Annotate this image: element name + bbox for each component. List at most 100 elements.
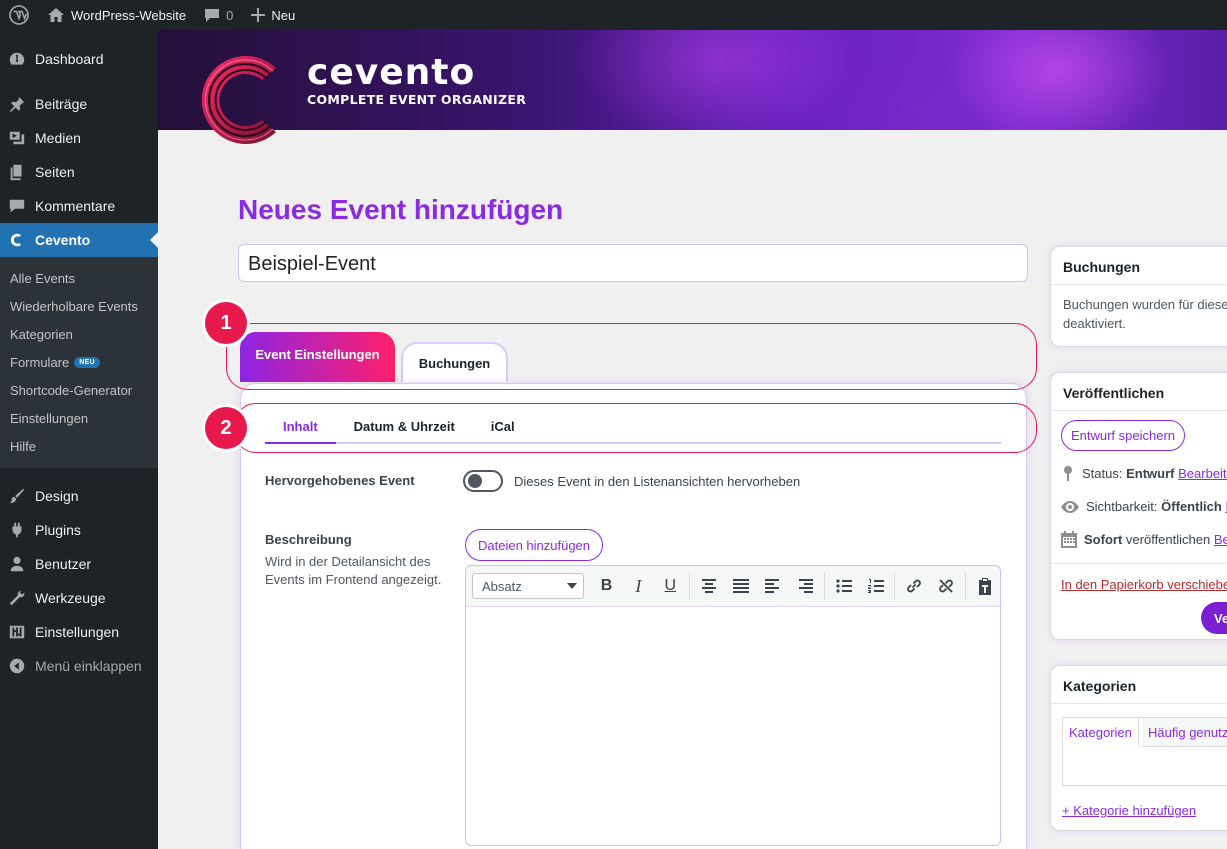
admin-sidebar: Dashboard Beiträge Medien Seiten Komment… [0, 30, 158, 849]
categories-box-title: Kategorien [1051, 666, 1227, 704]
event-title-input[interactable]: Beispiel-Event [238, 244, 1028, 282]
unlink-icon[interactable] [931, 572, 961, 600]
menu-tools[interactable]: Werkzeuge [0, 581, 158, 615]
comment-icon [9, 199, 25, 213]
menu-comments[interactable]: Kommentare [0, 189, 158, 223]
collapse-menu-button[interactable]: Menü einklappen [0, 649, 158, 683]
menu-users[interactable]: Benutzer [0, 547, 158, 581]
pages-icon [10, 164, 22, 181]
move-to-trash-link[interactable]: In den Papierkorb verschiebe [1061, 577, 1227, 592]
brand-name: cevento [307, 52, 476, 93]
submenu-shortcode-generator[interactable]: Shortcode-Generator [0, 376, 158, 404]
visibility-row: Sichtbarkeit: Öffentlich B [1061, 499, 1227, 514]
new-badge: NEU [74, 356, 100, 368]
tab-popular-categories[interactable]: Häufig genutz [1142, 718, 1227, 747]
link-icon[interactable] [899, 572, 929, 600]
menu-design[interactable]: Design [0, 479, 158, 513]
cevento-banner: cevento COMPLETE EVENT ORGANIZER [158, 30, 1227, 130]
brand: cevento COMPLETE EVENT ORGANIZER [307, 52, 527, 108]
site-name: WordPress-Website [71, 7, 187, 23]
underline-icon[interactable]: U [655, 572, 685, 600]
description-help: Wird in der Detailansicht des Events im … [265, 554, 442, 587]
calendar-icon [1061, 531, 1077, 548]
align-justify-icon[interactable] [726, 572, 756, 600]
collapse-icon [9, 658, 25, 674]
edit-status-link[interactable]: Bearbeite [1178, 466, 1227, 481]
edit-schedule-link[interactable]: Be [1214, 532, 1227, 547]
add-files-button[interactable]: Dateien hinzufügen [465, 529, 603, 561]
wordpress-icon [9, 5, 29, 25]
align-center-icon[interactable] [694, 572, 724, 600]
format-select[interactable]: Absatz [472, 573, 584, 599]
media-icon [9, 131, 25, 145]
subtab-ical[interactable]: iCal [473, 411, 533, 444]
brush-icon [9, 488, 25, 504]
publish-button[interactable]: Ve [1201, 602, 1227, 634]
categories-box: Kategorien Häufig genutz Kategorien + Ka… [1050, 665, 1227, 831]
menu-cevento[interactable]: Cevento [0, 223, 158, 257]
menu-dashboard[interactable]: Dashboard [0, 42, 158, 76]
categories-tabs: Häufig genutz Kategorien [1062, 717, 1227, 786]
submenu-categories[interactable]: Kategorien [0, 320, 158, 348]
cevento-submenu: Alle Events Wiederholbare Events Kategor… [0, 257, 158, 468]
new-content-link[interactable]: Neu [242, 0, 304, 30]
cevento-logo-icon [201, 56, 276, 145]
menu-plugins[interactable]: Plugins [0, 513, 158, 547]
description-label: Beschreibung [265, 532, 352, 547]
menu-pages[interactable]: Seiten [0, 155, 158, 189]
add-category-link[interactable]: + Kategorie hinzufügen [1062, 803, 1196, 818]
menu-media[interactable]: Medien [0, 121, 158, 155]
schedule-row: Sofort veröffentlichen Be [1061, 531, 1227, 548]
subtabs: Inhalt Datum & Uhrzeit iCal [265, 411, 1001, 444]
callout-marker-2: 2 [205, 407, 247, 449]
site-name-link[interactable]: WordPress-Website [38, 0, 195, 30]
bookings-box-title: Buchungen [1051, 247, 1227, 285]
menu-posts[interactable]: Beiträge [0, 87, 158, 121]
italic-icon[interactable]: I [623, 572, 653, 600]
bookings-box: Buchungen Buchungen wurden für diese dea… [1050, 246, 1227, 347]
featured-event-label: Hervorgehobenes Event [265, 473, 415, 488]
pin-icon [1064, 466, 1072, 481]
featured-event-toggle-text: Dieses Event in den Listenansichten herv… [514, 474, 801, 489]
editor-toolbar: Absatz B I U [466, 566, 1000, 607]
admin-bar: WordPress-Website 0 Neu [0, 0, 1227, 30]
align-left-icon[interactable] [758, 572, 788, 600]
tab-bookings[interactable]: Buchungen [401, 342, 508, 382]
tab-all-categories[interactable]: Kategorien [1063, 718, 1139, 747]
page-title: Neues Event hinzufügen [238, 194, 564, 225]
editor-content-area[interactable] [466, 607, 1000, 845]
bold-icon[interactable]: B [592, 572, 622, 600]
bullet-list-icon[interactable] [829, 572, 859, 600]
publish-box-title: Veröffentlichen [1051, 373, 1227, 411]
paste-icon[interactable] [970, 572, 1000, 600]
submenu-settings[interactable]: Einstellungen [0, 404, 158, 432]
callout-marker-1: 1 [205, 302, 247, 344]
tab-event-settings[interactable]: Event Einstellungen [240, 332, 395, 382]
wordpress-logo-button[interactable] [0, 0, 38, 30]
align-right-icon[interactable] [790, 572, 820, 600]
subtab-date-time[interactable]: Datum & Uhrzeit [336, 411, 473, 444]
plugin-icon [12, 522, 22, 538]
comments-count: 0 [226, 7, 234, 23]
submenu-all-events[interactable]: Alle Events [0, 264, 158, 292]
save-draft-button[interactable]: Entwurf speichern [1061, 420, 1185, 451]
dashboard-icon [9, 52, 25, 65]
home-icon [48, 8, 64, 22]
subtab-content[interactable]: Inhalt [265, 411, 336, 444]
menu-settings[interactable]: Einstellungen [0, 615, 158, 649]
comments-link[interactable]: 0 [195, 0, 242, 30]
featured-event-toggle[interactable] [463, 470, 503, 492]
submenu-forms[interactable]: Formulare NEU [0, 348, 158, 376]
caret-down-icon [566, 583, 577, 589]
status-row: Status: Entwurf Bearbeite [1061, 465, 1227, 481]
pin-icon [9, 96, 25, 113]
wrench-icon [9, 590, 25, 606]
numbered-list-icon[interactable] [861, 572, 891, 600]
submenu-recurring-events[interactable]: Wiederholbare Events [0, 292, 158, 320]
brand-tagline: COMPLETE EVENT ORGANIZER [307, 92, 527, 107]
submenu-help[interactable]: Hilfe [0, 432, 158, 460]
publish-box: Veröffentlichen Entwurf speichern Status… [1050, 372, 1227, 640]
eye-icon [1061, 500, 1079, 513]
plus-icon [251, 8, 266, 22]
bookings-box-text: Buchungen wurden für diese deaktiviert. [1063, 297, 1227, 331]
